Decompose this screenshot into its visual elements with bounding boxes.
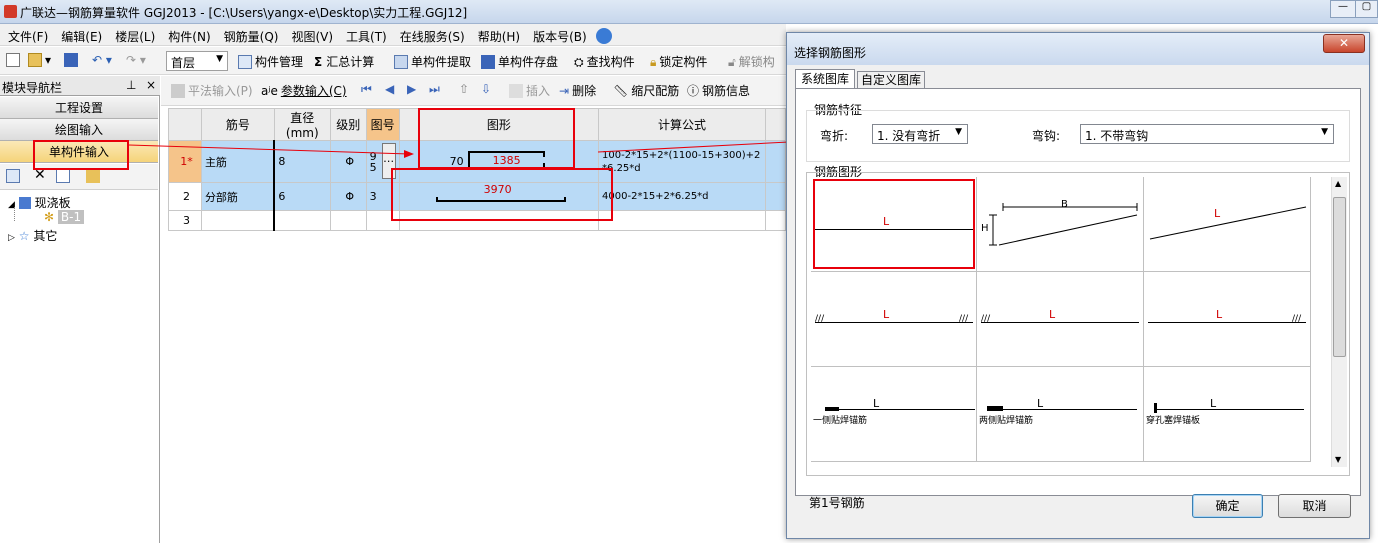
- break-mark-icon: ///: [959, 314, 969, 324]
- shapes-gallery: L B H L /// /// L /// L /// L L 一侧贴焊锚筋 L…: [806, 172, 1350, 476]
- dialog-titlebar: 选择钢筋图形 ✕: [787, 33, 1369, 65]
- shape-caption: 穿孔塞焊锚板: [1146, 416, 1201, 426]
- break-mark-icon: ///: [1292, 314, 1302, 324]
- shape-label: L: [1037, 397, 1044, 410]
- hook-label: 弯钩:: [1032, 129, 1061, 143]
- ok-button[interactable]: 确定: [1192, 494, 1263, 518]
- shape-caption: 一侧贴焊锚筋: [813, 416, 868, 426]
- shape-tile-3[interactable]: L: [1144, 177, 1311, 272]
- scroll-thumb[interactable]: [1333, 197, 1346, 357]
- bar-line: [1148, 322, 1306, 323]
- shape-tile-2[interactable]: B H: [977, 177, 1144, 272]
- chevron-down-icon: ▼: [955, 127, 962, 137]
- bar-line: [825, 409, 975, 410]
- hook-value: 1. 不带弯钩: [1085, 129, 1149, 143]
- shape-label: L: [1214, 207, 1221, 220]
- dialog-close-button[interactable]: ✕: [1323, 34, 1365, 53]
- break-mark-icon: ///: [981, 314, 991, 324]
- sloped-bar-drawing: [989, 203, 1138, 246]
- bend-label: 弯折:: [820, 129, 849, 143]
- shape-label: L: [883, 215, 890, 228]
- weld-block: [825, 407, 839, 411]
- shape-tile-9[interactable]: L 穿孔塞焊锚板: [1144, 367, 1311, 462]
- selection-box: [813, 179, 975, 269]
- anchor-plate: [1154, 403, 1157, 413]
- bend-select[interactable]: 1. 没有弯折 ▼: [872, 124, 968, 144]
- shape-label: B: [1061, 199, 1068, 210]
- incline-bar-drawing: [1149, 206, 1307, 240]
- shape-tile-8[interactable]: L 两侧贴焊锚筋: [977, 367, 1144, 462]
- shape-caption: 两侧贴焊锚筋: [979, 416, 1034, 426]
- straight-bar-line: [815, 229, 973, 230]
- bar-line: [815, 322, 973, 323]
- status-label: 第1号钢筋: [809, 496, 865, 510]
- tab-custom-library[interactable]: 自定义图库: [857, 71, 925, 89]
- chevron-down-icon: ▼: [1321, 127, 1328, 137]
- shape-label: L: [873, 397, 880, 410]
- bar-line: [1154, 409, 1304, 410]
- shape-tile-1[interactable]: L: [811, 177, 977, 272]
- scroll-down-icon[interactable]: ▼: [1335, 455, 1341, 464]
- shape-tile-4[interactable]: /// /// L: [811, 272, 977, 367]
- shape-label: L: [883, 308, 890, 321]
- select-shape-dialog: 选择钢筋图形 ✕ 系统图库 自定义图库 钢筋特征 弯折: 1. 没有弯折 ▼ 弯钩…: [786, 32, 1370, 539]
- gallery-scrollbar[interactable]: ▲ ▼: [1331, 177, 1347, 467]
- shape-label: L: [1049, 308, 1056, 321]
- shape-label-h: H: [981, 223, 989, 234]
- cancel-button[interactable]: 取消: [1278, 494, 1351, 518]
- tab-panel: 钢筋特征 弯折: 1. 没有弯折 ▼ 弯钩: 1. 不带弯钩 ▼ 钢筋图形 L B …: [795, 88, 1361, 496]
- break-mark-icon: ///: [815, 314, 825, 324]
- scroll-up-icon[interactable]: ▲: [1335, 179, 1341, 188]
- hook-select[interactable]: 1. 不带弯钩 ▼: [1080, 124, 1334, 144]
- weld-block: [987, 406, 1003, 411]
- shape-tile-5[interactable]: /// L: [977, 272, 1144, 367]
- dialog-title: 选择钢筋图形: [794, 46, 867, 60]
- shape-tile-6[interactable]: /// L: [1144, 272, 1311, 367]
- bar-line: [981, 322, 1139, 323]
- shape-label: L: [1216, 308, 1223, 321]
- shape-label: L: [1210, 397, 1217, 410]
- bend-value: 1. 没有弯折: [877, 129, 941, 143]
- shape-tile-7[interactable]: L 一侧贴焊锚筋: [811, 367, 977, 462]
- bar-line: [987, 409, 1137, 410]
- tab-system-library[interactable]: 系统图库: [795, 69, 855, 89]
